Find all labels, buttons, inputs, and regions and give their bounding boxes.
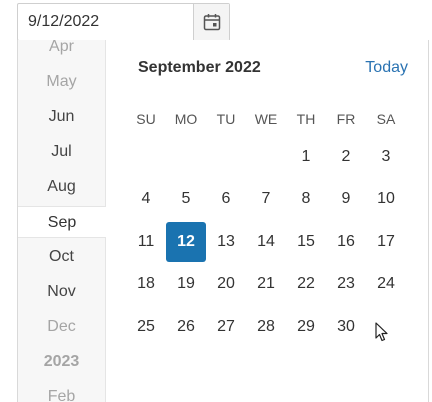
weekday-header: SU [136,111,156,127]
weekday-header: TH [296,111,316,127]
calendar-day[interactable]: 19 [166,264,206,304]
month-scroller[interactable]: Apr May Jun Jul Aug Sep Oct Nov Dec 2023 Feb [18,40,106,402]
calendar-grid-area: September 2022 Today SU MO TU WE TH FR SA 1 2 3 4 5… [106,40,428,402]
calendar-day[interactable]: 3 [366,137,406,177]
calendar-day[interactable]: 24 [366,264,406,304]
calendar-day[interactable]: 16 [326,222,366,262]
calendar-day[interactable]: 17 [366,222,406,262]
date-input-value[interactable]: 9/12/2022 [28,4,99,40]
month-strip-item[interactable]: Nov [18,276,105,308]
calendar-day[interactable]: 28 [246,307,286,347]
calendar-day[interactable]: 26 [166,307,206,347]
weekday-header: SA [376,111,396,127]
month-strip-item[interactable]: Oct [18,241,105,273]
date-picker-widget: 9/12/2022 Apr May Jun Jul Aug Sep Oct Nov Dec 202… [0,0,432,402]
calendar-day[interactable]: 7 [246,179,286,219]
calendar-day[interactable]: 20 [206,264,246,304]
weekday-header: MO [174,111,198,127]
month-strip-item[interactable]: Aug [18,171,105,203]
month-strip-item[interactable]: May [18,66,105,98]
calendar-day[interactable]: 2 [326,137,366,177]
today-link[interactable]: Today [365,59,408,77]
calendar-day[interactable]: 5 [166,179,206,219]
calendar-day[interactable]: 9 [326,179,366,219]
month-strip-item[interactable]: Apr [18,40,105,63]
calendar-day[interactable]: 11 [126,222,166,262]
month-strip-item[interactable]: Dec [18,311,105,343]
calendar-day[interactable]: 30 [326,307,366,347]
calendar-day[interactable]: 23 [326,264,366,304]
calendar-day[interactable]: 15 [286,222,326,262]
calendar-day-selected[interactable]: 12 [166,222,206,262]
month-strip-year[interactable]: 2023 [18,346,105,378]
calendar-day[interactable]: 1 [286,137,326,177]
month-strip-item[interactable]: Feb [18,381,105,402]
calendar-toggle-button[interactable] [193,4,229,40]
mouse-cursor-icon [375,322,388,342]
month-strip-item[interactable]: Jun [18,101,105,133]
calendar-day[interactable]: 27 [206,307,246,347]
calendar-day[interactable]: 4 [126,179,166,219]
calendar-day[interactable]: 18 [126,264,166,304]
weekday-header: WE [254,111,278,127]
calendar-day[interactable]: 21 [246,264,286,304]
calendar-day[interactable]: 13 [206,222,246,262]
calendar-icon [203,14,220,31]
date-input[interactable]: 9/12/2022 [17,3,230,41]
month-strip-item[interactable]: Sep [18,206,106,238]
calendar-day[interactable]: 14 [246,222,286,262]
weekday-header: FR [336,111,356,127]
calendar-day[interactable]: 29 [286,307,326,347]
calendar-day[interactable]: 10 [366,179,406,219]
calendar-day[interactable]: 22 [286,264,326,304]
calendar-day[interactable]: 8 [286,179,326,219]
month-strip-item[interactable]: Jul [18,136,105,168]
calendar-popup: Apr May Jun Jul Aug Sep Oct Nov Dec 2023 Feb Septe… [17,40,429,402]
weekday-header: TU [216,111,236,127]
calendar-day[interactable]: 25 [126,307,166,347]
calendar-day[interactable]: 6 [206,179,246,219]
calendar-title: September 2022 [138,59,261,76]
